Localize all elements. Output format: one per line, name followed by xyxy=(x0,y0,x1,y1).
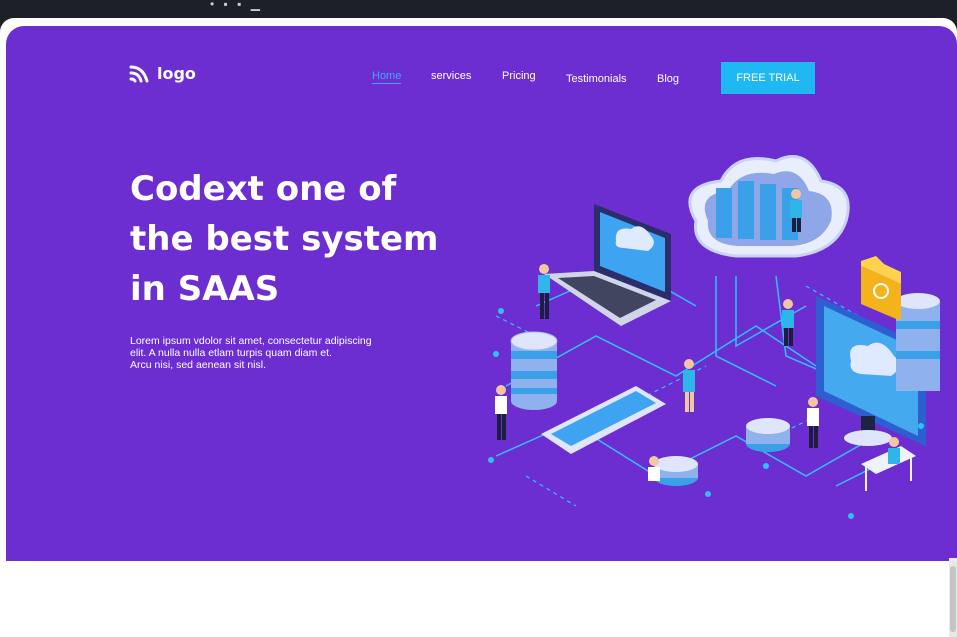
headline-line: in SAAS xyxy=(130,269,280,309)
free-trial-button[interactable]: FREE TRIAL xyxy=(721,62,815,94)
logo[interactable]: logo xyxy=(129,64,196,83)
person-icon xyxy=(648,456,660,481)
subtext-line: elit. A nulla nulla etlam turpis quam di… xyxy=(130,347,332,359)
browser-top-bar: • ▪ ▪ ▁ xyxy=(0,0,957,18)
nav-services-link[interactable]: services xyxy=(431,70,471,82)
subtext-line: Lorem ipsum vdolor sit amet, consectetur… xyxy=(130,335,372,347)
laptop-icon xyxy=(544,204,671,326)
logo-text: logo xyxy=(157,64,196,83)
headline-line: the best system xyxy=(130,219,439,259)
nav-testimonials-link[interactable]: Testimonials xyxy=(566,73,627,85)
hero-headline: Codext one of the best system in SAAS xyxy=(130,164,470,314)
nav-blog-link[interactable]: Blog xyxy=(657,73,679,85)
person-icon xyxy=(538,264,550,319)
headline-line: Codext one of xyxy=(130,169,397,209)
cloud-icon xyxy=(688,155,850,258)
browser-viewport: logo Home services Pricing Testimonials … xyxy=(0,18,957,637)
tab-indicator-icon: • ▪ ▪ ▁ xyxy=(210,0,263,11)
scrollbar-thumb[interactable] xyxy=(950,566,956,632)
person-icon xyxy=(807,397,819,448)
database-icon xyxy=(510,331,558,410)
nav-pricing-link[interactable]: Pricing xyxy=(502,70,536,82)
server-disc-icon xyxy=(896,293,940,391)
hero-section: logo Home services Pricing Testimonials … xyxy=(6,26,957,561)
disc-icon xyxy=(654,456,698,486)
person-icon xyxy=(683,359,695,412)
person-icon xyxy=(888,437,900,464)
disc-icon xyxy=(746,418,790,452)
hero-subtext: Lorem ipsum vdolor sit amet, consectetur… xyxy=(130,335,430,371)
nav-home-link[interactable]: Home xyxy=(372,70,402,84)
subtext-line: Arcu nisi, sed aenean sit nisl. xyxy=(130,359,266,371)
isometric-cloud-illustration xyxy=(488,155,940,519)
folder-icon xyxy=(861,256,901,321)
person-icon xyxy=(495,385,507,440)
signal-waves-icon xyxy=(129,65,149,82)
